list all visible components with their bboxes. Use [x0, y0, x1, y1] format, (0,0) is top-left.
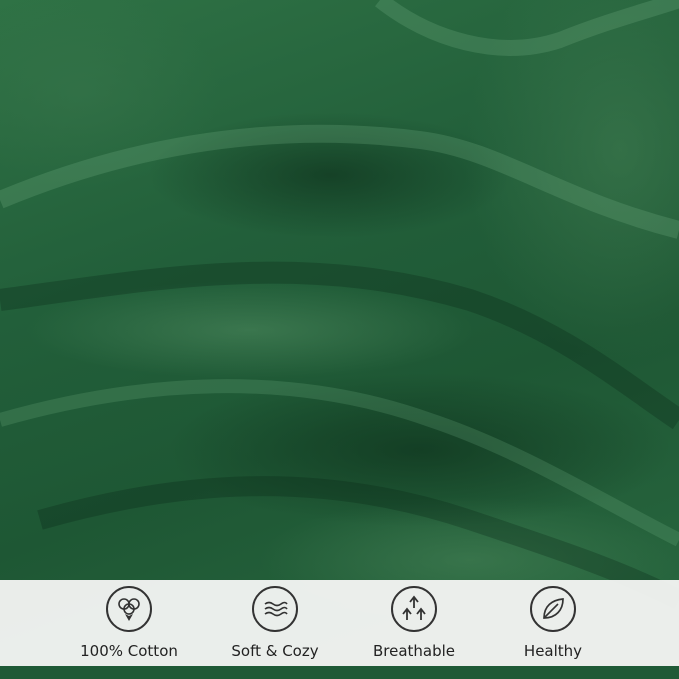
feature-cotton: 100% Cotton	[54, 580, 204, 666]
leaf-icon	[530, 586, 576, 632]
feature-label: Soft & Cozy	[231, 642, 319, 660]
feature-breathable: Breathable	[339, 580, 489, 666]
feature-soft: Soft & Cozy	[200, 580, 350, 666]
fabric-folds	[0, 0, 679, 609]
fabric-photo-bottom	[0, 666, 679, 679]
soft-waves-icon	[252, 586, 298, 632]
features-bar: 100% Cotton Soft & Cozy Breathable Healt…	[0, 580, 679, 666]
feature-label: 100% Cotton	[80, 642, 178, 660]
fabric-photo	[0, 0, 679, 679]
cotton-boll-icon	[106, 586, 152, 632]
feature-label: Healthy	[523, 642, 583, 660]
breathable-arrows-icon	[391, 586, 437, 632]
feature-label: Breathable	[372, 642, 456, 660]
feature-healthy: Healthy	[478, 580, 628, 666]
